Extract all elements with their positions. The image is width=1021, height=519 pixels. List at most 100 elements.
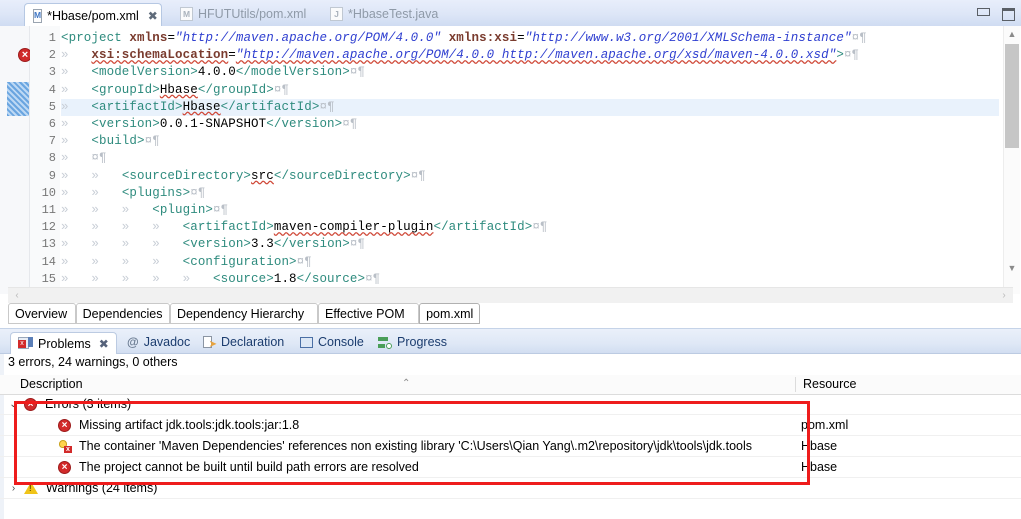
scroll-down-icon[interactable]: ▼ (1004, 260, 1020, 276)
form-tab-pom-xml[interactable]: pom.xml (419, 303, 480, 324)
editor-tab-label: *Hbase/pom.xml (47, 8, 139, 23)
expand-collapse-icon-closed[interactable]: › (8, 483, 19, 494)
maximize-icon[interactable] (1002, 8, 1015, 21)
declaration-icon: ➤ (203, 335, 217, 349)
code-token: <project (61, 31, 130, 45)
editor-tab-hbasetest-java[interactable]: J *HbaseTest.java (322, 2, 446, 26)
code-line[interactable]: » » » » » <source>1.8</source>¤¶ (61, 271, 380, 288)
code-line[interactable]: » » <sourceDirectory>src</sourceDirector… (61, 168, 426, 185)
form-tab-overview[interactable]: Overview (8, 303, 76, 324)
form-tab-effective-pom[interactable]: Effective POM (318, 303, 420, 324)
code-line[interactable]: » » » » <version>3.3</version>¤¶ (61, 236, 365, 253)
view-tab-label: Console (318, 335, 364, 349)
code-line[interactable]: » <artifactId>Hbase</artifactId>¤¶ (61, 99, 335, 116)
line-number: 1 (48, 31, 56, 45)
code-line[interactable]: » » » » <configuration>¤¶ (61, 254, 312, 271)
code-token: "http://maven.apache.org/POM/4.0.0 http:… (235, 48, 837, 63)
form-tab-dependency-hierarchy[interactable]: Dependency Hierarchy (170, 303, 318, 324)
warning-icon (24, 482, 38, 494)
xml-source-editor[interactable]: × 1 2 3 4 5 6 7 8 9 10 11 12 13 14 15 <project xmlns="… (0, 26, 1021, 294)
scroll-thumb[interactable] (1005, 44, 1019, 148)
editor-tab-hfututils-pom[interactable]: M HFUTUtils/pom.xml (172, 2, 314, 26)
problem-description-cell: › Warnings (24 items) (8, 481, 158, 495)
problem-resource-cell: Hbase (801, 439, 838, 453)
editor-tab-label: HFUTUtils/pom.xml (198, 7, 307, 21)
scroll-right-icon[interactable]: › (997, 288, 1011, 303)
code-token: ¤¶ (273, 82, 290, 97)
code-line[interactable]: » ¤¶ (61, 150, 107, 167)
code-token: <plugins> (121, 185, 191, 200)
tab-declaration[interactable]: ➤ Declaration (196, 331, 291, 353)
problem-label: Errors (3 items) (45, 397, 132, 411)
column-header-description[interactable]: Description (20, 375, 83, 394)
problems-row[interactable]: › Warnings (24 items) (0, 478, 1021, 499)
indent-guide-icon: » » » » (61, 254, 183, 269)
problems-row[interactable]: × Missing artifact jdk.tools:jdk.tools:ja… (0, 415, 1021, 436)
close-icon[interactable]: ✖ (99, 337, 109, 351)
tab-problems[interactable]: x Problems ✖ (10, 332, 117, 354)
code-token: ¤¶ (213, 203, 229, 217)
code-token: </sourceDirectory> (273, 168, 411, 183)
code-line[interactable]: » xsi:schemaLocation="http://maven.apach… (61, 47, 859, 64)
code-line[interactable]: » <version>0.0.1-SNAPSHOT</version>¤¶ (61, 116, 357, 133)
code-token: "http://www.w3.org/2001/XMLSchema-instan… (524, 31, 852, 45)
indent-guide-icon: » (61, 65, 92, 80)
code-token: </groupId> (197, 82, 274, 97)
expand-collapse-icon-open[interactable]: ⌄ (8, 399, 19, 410)
code-line[interactable]: » <modelVersion>4.0.0</modelVersion>¤¶ (61, 64, 365, 81)
maven-pom-file-icon: M (180, 7, 193, 21)
form-tab-dependencies[interactable]: Dependencies (75, 303, 170, 324)
code-token: </source> (296, 271, 366, 286)
code-token: ¤¶ (843, 48, 860, 63)
indent-guide-icon: » (61, 99, 92, 114)
editor-tab-hbase-pom[interactable]: M *Hbase/pom.xml ✖ (24, 3, 162, 27)
editor-tab-label: *HbaseTest.java (348, 7, 439, 21)
code-line[interactable]: » <groupId>Hbase</groupId>¤¶ (61, 82, 289, 99)
editor-horizontal-scrollbar[interactable]: ‹ › (8, 287, 1013, 303)
window-controls (977, 8, 1015, 21)
code-token: src (251, 168, 274, 183)
editor-marker-gutter[interactable]: × (7, 26, 32, 294)
indent-guide-icon: » (61, 82, 92, 97)
line-number: 6 (48, 117, 56, 131)
editor-code-area[interactable]: <project xmlns="http://maven.apache.org/… (61, 26, 999, 294)
code-token: </version> (266, 117, 343, 131)
problems-row[interactable]: x The container 'Maven Dependencies' refe… (0, 436, 1021, 457)
column-header-resource[interactable]: Resource (803, 375, 857, 394)
code-token: <version> (182, 237, 252, 252)
indent-guide-icon: » » (61, 185, 122, 200)
code-token: ¤¶ (851, 31, 867, 45)
code-line[interactable]: » <build>¤¶ (61, 133, 160, 150)
column-divider[interactable] (795, 377, 796, 392)
tab-progress[interactable]: Progress (371, 331, 454, 353)
pom-editor-form-tabs: Overview Dependencies Dependency Hierarchy… (0, 303, 1021, 326)
java-file-icon: J (330, 7, 343, 21)
code-line[interactable]: » » <plugins>¤¶ (61, 185, 205, 202)
code-token: ¤¶ (365, 271, 381, 286)
editor-tab-bar: M *Hbase/pom.xml ✖ M HFUTUtils/pom.xml J… (0, 0, 1021, 27)
code-token: ¤¶ (319, 99, 335, 114)
code-token: </artifactId> (220, 99, 320, 114)
editor-vertical-scrollbar[interactable]: ▲ ▼ (1003, 26, 1020, 294)
code-token: <configuration> (182, 254, 297, 269)
close-icon[interactable]: ✖ (148, 9, 158, 23)
tab-javadoc[interactable]: @ Javadoc (120, 331, 197, 353)
problems-row[interactable]: ⌄ × Errors (3 items) (0, 394, 1021, 415)
tab-console[interactable]: Console (293, 331, 371, 353)
line-number: 4 (48, 82, 56, 97)
error-icon: × (58, 418, 71, 432)
problems-row[interactable]: × The project cannot be built until build… (0, 457, 1021, 478)
code-line[interactable]: » » » <plugin>¤¶ (61, 202, 228, 219)
code-token: xmlns (129, 31, 168, 45)
minimize-icon[interactable] (977, 8, 990, 16)
scroll-left-icon[interactable]: ‹ (10, 288, 24, 303)
view-tab-label: Declaration (221, 335, 285, 349)
code-line[interactable]: » » » » <artifactId>maven-compiler-plugi… (61, 219, 548, 236)
scroll-up-icon[interactable]: ▲ (1004, 26, 1020, 42)
problems-table-header: Description Resource ⌃ (0, 375, 1021, 395)
view-tab-label: Progress (397, 335, 448, 349)
code-line[interactable]: <project xmlns="http://maven.apache.org/… (61, 30, 867, 47)
code-token: <groupId> (91, 82, 160, 97)
code-token: maven-compiler-plugin (273, 220, 434, 235)
indent-guide-icon: » » » » (61, 237, 183, 252)
